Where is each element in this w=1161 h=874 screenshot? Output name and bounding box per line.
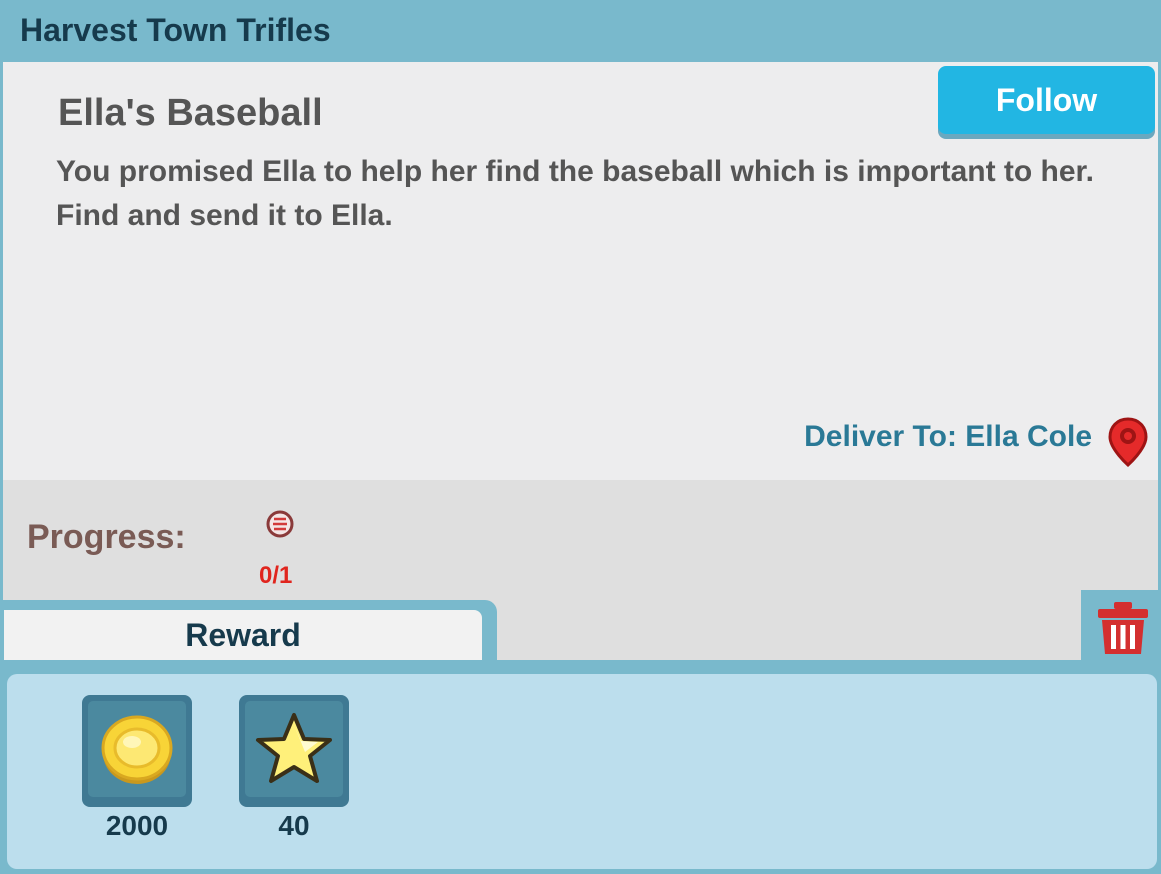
deliver-to-label: Deliver To: Ella Cole: [804, 420, 1092, 453]
star-icon: [256, 713, 332, 783]
gold-coin-icon: [101, 715, 173, 784]
location-pin-icon[interactable]: [1107, 417, 1149, 467]
tabs-bar: Reward: [0, 590, 1161, 660]
reward-gold-value: 2000: [105, 810, 169, 841]
reward-slot-star[interactable]: [239, 695, 349, 807]
reward-panel: 2000 40: [7, 674, 1157, 869]
reward-slot-star-inner: [245, 701, 343, 797]
progress-count: 0/1: [259, 562, 293, 589]
reward-star-value: 40: [278, 810, 310, 841]
progress-section: Progress: 0/1: [3, 480, 1158, 600]
quest-title: Ella's Baseball: [58, 92, 323, 134]
reward-slot-gold[interactable]: [82, 695, 192, 807]
tab-reward[interactable]: Reward: [0, 600, 497, 660]
tab-reward-label: Reward: [4, 610, 482, 660]
reward-slot-gold-inner: [88, 701, 186, 797]
follow-button[interactable]: Follow: [938, 66, 1155, 134]
window-title: Harvest Town Trifles: [20, 12, 331, 48]
baseball-icon: [266, 510, 294, 538]
trash-icon[interactable]: [1096, 600, 1150, 656]
quest-details-panel: Ella's Baseball You promised Ella to hel…: [3, 62, 1158, 480]
progress-label: Progress:: [27, 518, 186, 556]
quest-description: You promised Ella to help her find the b…: [56, 155, 1094, 232]
window-header: Harvest Town Trifles: [0, 0, 1161, 62]
